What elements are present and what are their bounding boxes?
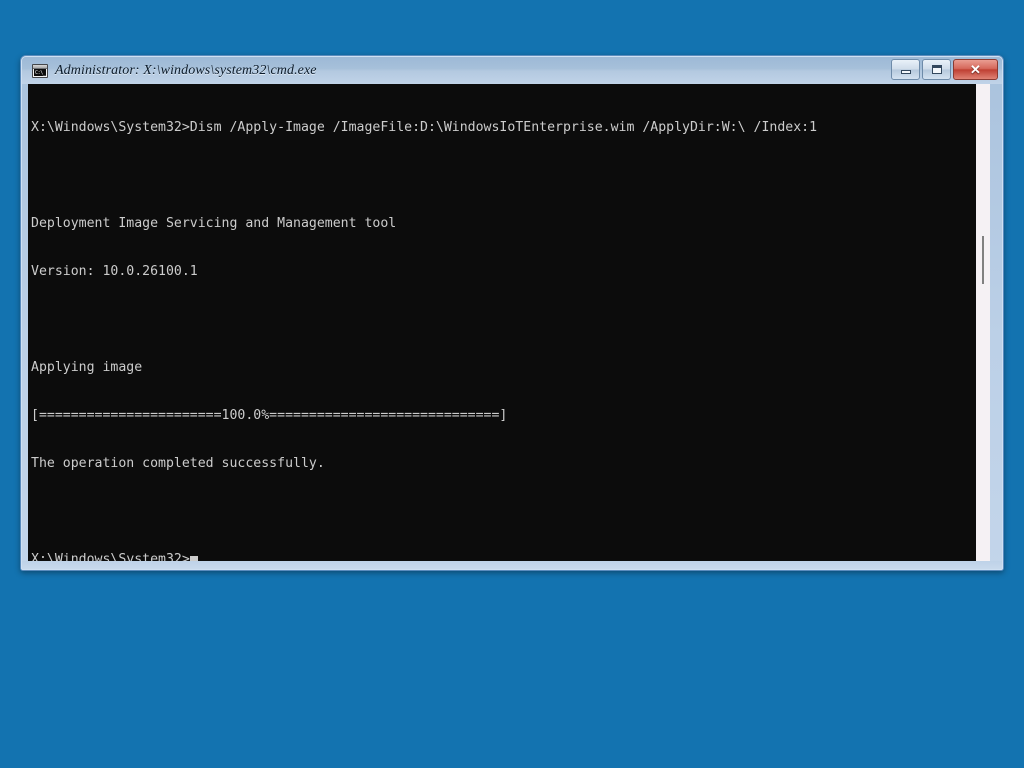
- console-line: X:\Windows\System32>Dism /Apply-Image /I…: [31, 120, 818, 135]
- desktop-background: C:\_ Administrator: X:\windows\system32\…: [0, 0, 1024, 768]
- console-output-text: X:\Windows\System32>Dism /Apply-Image /I…: [31, 88, 817, 561]
- console-line: The operation completed successfully.: [31, 456, 325, 471]
- console-line: Version: 10.0.26100.1: [31, 264, 198, 279]
- minimize-button[interactable]: [891, 59, 920, 80]
- console-scrollbar[interactable]: [976, 84, 990, 561]
- console-prompt: X:\Windows\System32>: [31, 552, 190, 561]
- cmd-console-icon: C:\_: [32, 63, 48, 78]
- console-line: Deployment Image Servicing and Managemen…: [31, 216, 397, 231]
- console-prompt-line: X:\Windows\System32>: [31, 552, 817, 561]
- maximize-icon: [931, 65, 942, 74]
- title-bar[interactable]: C:\_ Administrator: X:\windows\system32\…: [22, 57, 1002, 84]
- window-title: Administrator: X:\windows\system32\cmd.e…: [55, 62, 317, 78]
- maximize-button[interactable]: [922, 59, 951, 80]
- console-progress-line: [=======================100.0%==========…: [31, 408, 508, 423]
- close-icon: ✕: [970, 62, 981, 77]
- console-line: Applying image: [31, 360, 143, 375]
- console-client-area[interactable]: X:\Windows\System32>Dism /Apply-Image /I…: [28, 84, 990, 561]
- console-screen[interactable]: X:\Windows\System32>Dism /Apply-Image /I…: [28, 84, 976, 561]
- cmd-icon-prompt-text: C:\_: [35, 69, 46, 76]
- window-controls: ✕: [891, 59, 998, 80]
- command-prompt-window[interactable]: C:\_ Administrator: X:\windows\system32\…: [20, 55, 1004, 571]
- window-inner-frame: C:\_ Administrator: X:\windows\system32\…: [21, 56, 1003, 570]
- minimize-icon: [900, 70, 911, 74]
- close-button[interactable]: ✕: [953, 59, 998, 80]
- window-bottom-strip: [22, 561, 1002, 569]
- scrollbar-thumb[interactable]: [982, 236, 984, 284]
